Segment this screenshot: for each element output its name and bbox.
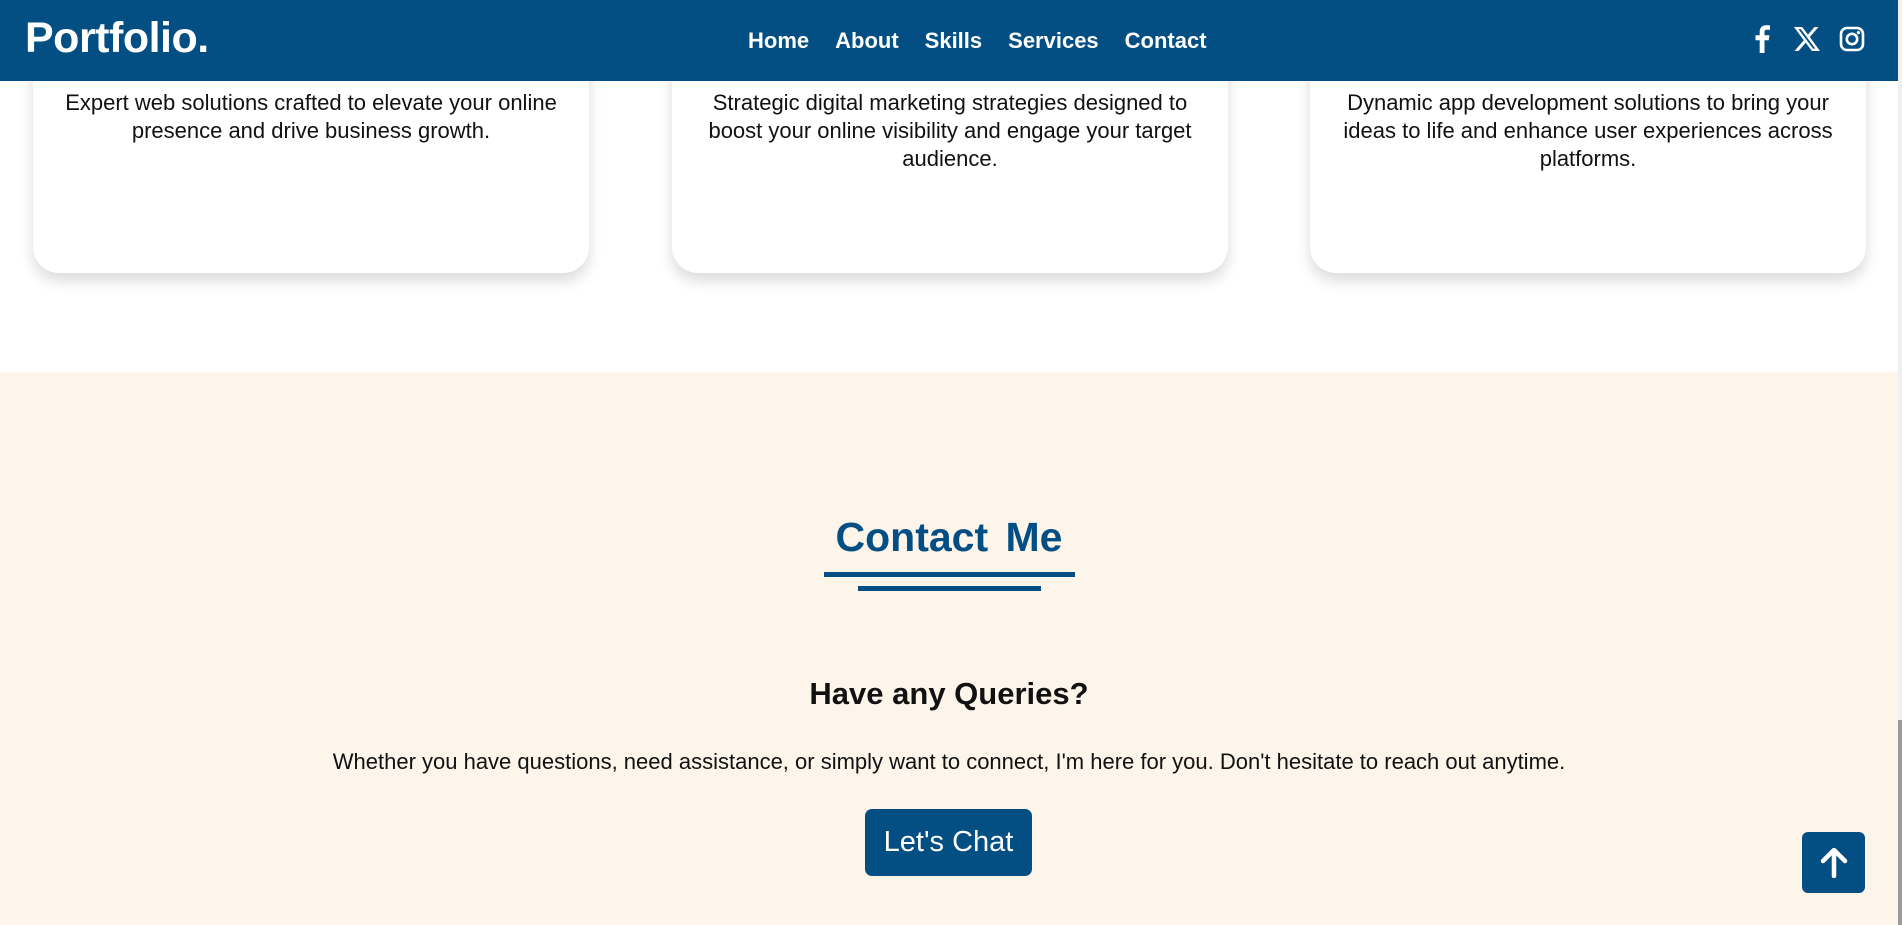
back-to-top-button[interactable]	[1802, 832, 1865, 893]
page-scrollbar[interactable]	[1898, 0, 1902, 925]
contact-title: Contact Me	[835, 514, 1063, 560]
nav-links: Home About Skills Services Contact	[748, 28, 1207, 54]
contact-section: Contact Me Have any Queries? Whether you…	[0, 372, 1898, 925]
service-card-description: Dynamic app development solutions to bri…	[1343, 90, 1833, 171]
facebook-icon[interactable]	[1748, 24, 1776, 54]
title-underline	[824, 572, 1075, 577]
service-card-description: Strategic digital marketing strategies d…	[708, 90, 1192, 171]
scrollbar-thumb[interactable]	[1898, 720, 1902, 925]
social-links	[1748, 24, 1866, 54]
queries-heading: Have any Queries?	[809, 676, 1089, 711]
arrow-up-icon	[1820, 847, 1847, 878]
title-underline-short	[858, 586, 1041, 591]
nav-home[interactable]: Home	[748, 28, 809, 54]
nav-contact[interactable]: Contact	[1125, 28, 1207, 54]
lets-chat-button[interactable]: Let's Chat	[865, 809, 1032, 876]
nav-about[interactable]: About	[835, 28, 899, 54]
logo[interactable]: Portfolio.	[25, 14, 209, 63]
nav-skills[interactable]: Skills	[925, 28, 982, 54]
service-card-description: Expert web solutions crafted to elevate …	[65, 90, 557, 143]
page: Expert web solutions crafted to elevate …	[0, 0, 1902, 925]
instagram-icon[interactable]	[1838, 24, 1866, 54]
nav-services[interactable]: Services	[1008, 28, 1099, 54]
x-twitter-icon[interactable]	[1793, 24, 1821, 54]
navbar: Portfolio. Home About Skills Services Co…	[0, 0, 1898, 81]
contact-description: Whether you have questions, need assista…	[332, 749, 1566, 774]
